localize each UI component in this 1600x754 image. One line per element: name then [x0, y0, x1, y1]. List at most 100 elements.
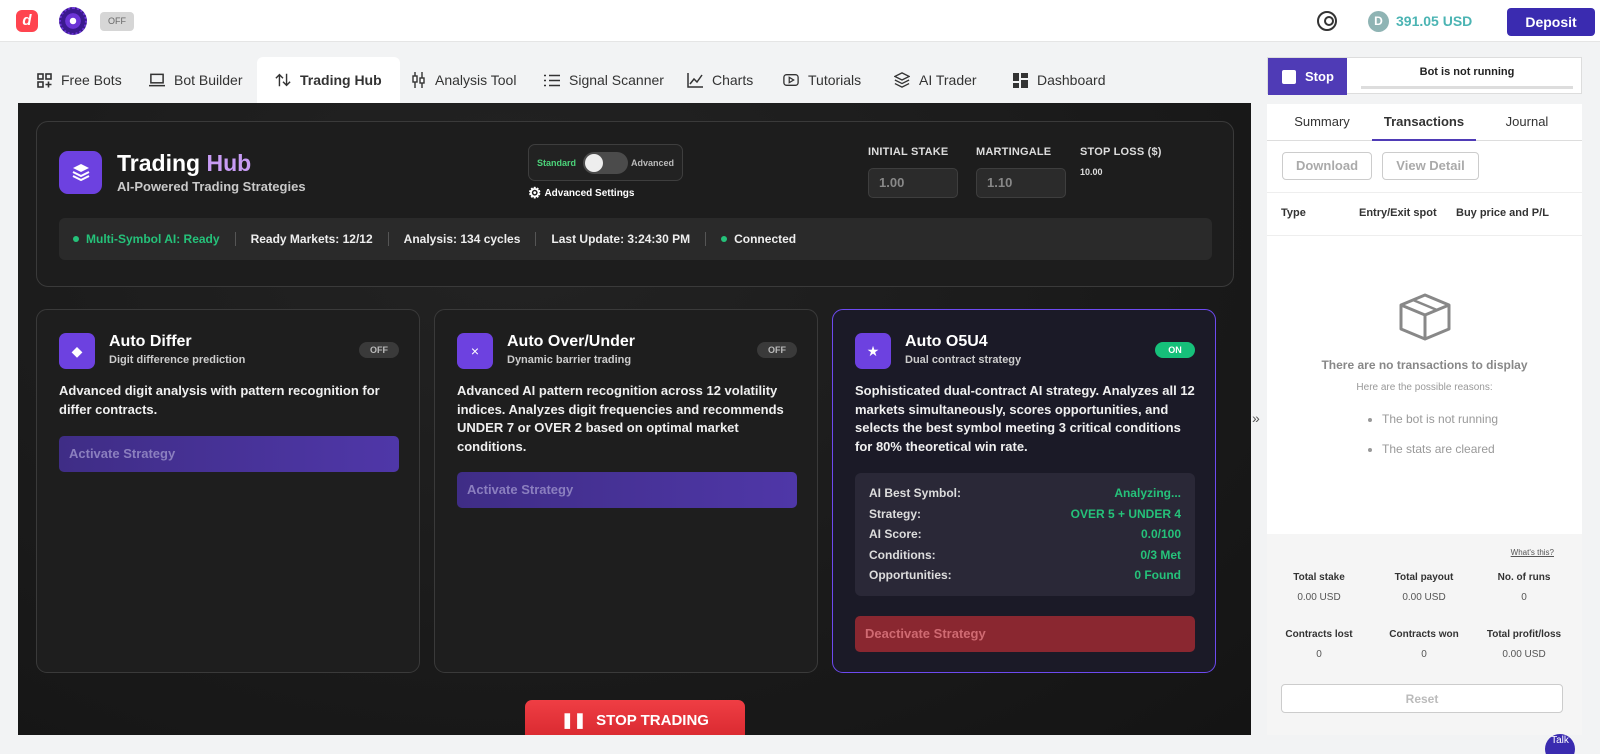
stat-label: Total payout [1394, 572, 1454, 583]
martingale-input[interactable]: 1.10 [976, 168, 1066, 198]
status-bar: Multi-Symbol AI: Ready Ready Markets: 12… [59, 218, 1212, 260]
list-icon [544, 73, 560, 87]
detail-value: 0.0/100 [1140, 527, 1181, 542]
stat-runs: No. of runs 0 [1474, 572, 1574, 603]
advanced-settings-label: Advanced Settings [544, 187, 635, 199]
run-panel: Stop Bot is not running Summary Transact… [1267, 57, 1582, 735]
stop-bot-button[interactable]: Stop [1268, 58, 1347, 95]
arrows-updown-icon [275, 73, 291, 87]
tab-label: Free Bots [61, 72, 122, 88]
last-update-status: Last Update: 3:24:30 PM [535, 232, 705, 246]
chat-help-button[interactable]: Talk [1545, 734, 1575, 754]
off-toggle[interactable]: OFF [100, 12, 134, 31]
bot-run-status-text: Bot is not running [1419, 66, 1515, 78]
card-subtitle: Digit difference prediction [109, 354, 246, 366]
tab-label: AI Trader [919, 72, 977, 88]
stat-total-stake: Total stake 0.00 USD [1269, 572, 1369, 603]
stat-value: 0.00 USD [1297, 592, 1341, 603]
status-badge: OFF [359, 342, 399, 358]
account-balance[interactable]: 391.05 USD [1396, 13, 1472, 29]
stat-value: 0.00 USD [1402, 592, 1446, 603]
detail-label: AI Best Symbol: [869, 486, 962, 501]
initial-stake-input[interactable]: 1.00 [868, 168, 958, 198]
detail-value: Analyzing... [1114, 486, 1181, 501]
user-profile-icon[interactable] [1317, 11, 1337, 31]
deactivate-strategy-button[interactable]: Deactivate Strategy [855, 616, 1195, 652]
tab-signal-scanner[interactable]: Signal Scanner [526, 57, 682, 103]
last-update-text: Last Update: 3:24:30 PM [551, 232, 691, 246]
tab-tutorials[interactable]: Tutorials [765, 57, 879, 103]
brand-logo-icon[interactable]: d [16, 10, 38, 32]
stop-square-icon [1282, 69, 1296, 84]
analysis-status-text: Analysis: 134 cycles [403, 232, 521, 246]
detail-label: Conditions: [869, 547, 936, 562]
stat-label: Total profit/loss [1486, 629, 1562, 640]
line-chart-icon [687, 72, 703, 88]
reset-button[interactable]: Reset [1281, 684, 1563, 713]
status-dot-icon [73, 236, 79, 242]
detail-row: Conditions: 0/3 Met [869, 545, 1181, 566]
initial-stake-label: INITIAL STAKE [868, 146, 949, 158]
collapse-sidebar-icon[interactable]: » [1252, 410, 1260, 426]
ai-status: Multi-Symbol AI: Ready [73, 232, 235, 246]
app-root: d OFF D 391.05 USD Deposit Free Bots Bot… [0, 0, 1600, 754]
dashboard-icon [1012, 72, 1028, 88]
stop-trading-label: STOP TRADING [596, 711, 709, 729]
stat-label: No. of runs [1497, 572, 1551, 583]
stop-loss-label: STOP LOSS ($) [1080, 146, 1162, 158]
detail-row: Opportunities: 0 Found [869, 565, 1181, 586]
sidebar-tabs: Summary Transactions Journal [1267, 104, 1582, 141]
tab-label: Trading Hub [300, 72, 382, 88]
tab-journal[interactable]: Journal [1482, 104, 1572, 141]
tab-transactions[interactable]: Transactions [1372, 104, 1476, 141]
tab-label: Signal Scanner [569, 72, 664, 88]
column-header: Type [1281, 207, 1306, 219]
account-avatar-icon[interactable] [59, 7, 87, 35]
tab-label: Bot Builder [174, 72, 243, 88]
currency-icon: D [1368, 11, 1389, 32]
stat-profit-loss: Total profit/loss 0.00 USD [1474, 629, 1574, 660]
grid-plus-icon [36, 72, 52, 88]
status-dot-icon [721, 236, 728, 242]
candles-icon [410, 72, 426, 88]
tab-analysis-tool[interactable]: Analysis Tool [392, 57, 534, 103]
stack-icon [59, 151, 102, 194]
connection-status: Connected [705, 232, 811, 246]
gear-icon: ⚙ [528, 185, 542, 202]
advanced-settings-link[interactable]: ⚙ Advanced Settings [528, 184, 634, 202]
activate-strategy-button[interactable]: Activate Strategy [59, 436, 399, 472]
column-header: Entry/Exit spot [1359, 207, 1437, 219]
stat-value: 0 [1521, 592, 1527, 603]
tab-dashboard[interactable]: Dashboard [994, 57, 1124, 103]
empty-reasons-list: The bot is not running The stats are cle… [1369, 404, 1498, 464]
detail-row: AI Best Symbol: Analyzing... [869, 483, 1181, 504]
tab-bot-builder[interactable]: Bot Builder [131, 57, 260, 103]
stop-loss-value[interactable]: 10.00 [1080, 167, 1103, 177]
tab-trading-hub[interactable]: Trading Hub [257, 57, 400, 103]
ai-details-box: AI Best Symbol: Analyzing... Strategy: OVE… [855, 473, 1195, 596]
tab-summary[interactable]: Summary [1277, 104, 1367, 141]
stop-trading-button[interactable]: ❚❚ STOP TRADING [525, 700, 745, 735]
download-button[interactable]: Download [1282, 152, 1372, 180]
stat-label: Total stake [1293, 572, 1345, 583]
tab-charts[interactable]: Charts [669, 57, 771, 103]
star-icon: ★ [855, 333, 891, 369]
card-description: Sophisticated dual-contract AI strategy.… [855, 383, 1195, 454]
card-title: Auto O5U4 [905, 333, 988, 350]
title-main: Trading [117, 150, 201, 176]
view-detail-button[interactable]: View Detail [1382, 152, 1479, 180]
transactions-table-header: Type Entry/Exit spot Buy price and P/L [1267, 192, 1582, 236]
card-subtitle: Dual contract strategy [905, 354, 1022, 366]
activate-strategy-button[interactable]: Activate Strategy [457, 472, 797, 508]
tab-ai-trader[interactable]: AI Trader [876, 57, 995, 103]
card-title: Auto Differ [109, 333, 192, 350]
mode-toggle[interactable] [583, 152, 628, 174]
markets-status-text: Ready Markets: 12/12 [250, 232, 373, 246]
whats-this-link[interactable]: What's this? [1511, 548, 1554, 557]
deposit-button[interactable]: Deposit [1507, 8, 1595, 36]
card-title: Auto Over/Under [507, 333, 636, 350]
stat-contracts-lost: Contracts lost 0 [1269, 629, 1369, 660]
tab-free-bots[interactable]: Free Bots [18, 57, 140, 103]
ai-status-text: Multi-Symbol AI: Ready [86, 232, 220, 246]
tab-label: Tutorials [808, 72, 862, 88]
